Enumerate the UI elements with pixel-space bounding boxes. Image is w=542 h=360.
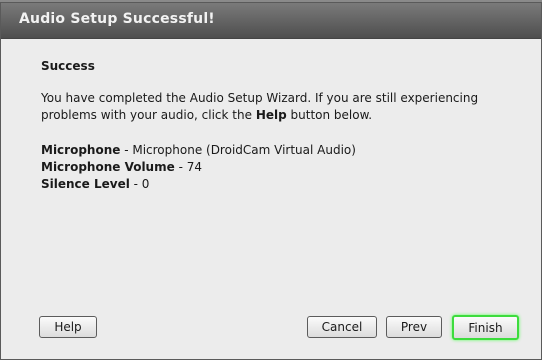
microphone-value: - Microphone (DroidCam Virtual Audio)	[120, 143, 356, 157]
microphone-row: Microphone - Microphone (DroidCam Virtua…	[41, 142, 521, 159]
audio-settings-summary: Microphone - Microphone (DroidCam Virtua…	[41, 142, 521, 193]
finish-button[interactable]: Finish	[452, 315, 519, 340]
help-reference: Help	[255, 108, 287, 122]
prev-button[interactable]: Prev	[386, 316, 442, 338]
audio-setup-dialog: Audio Setup Successful! Success You have…	[0, 2, 542, 360]
dialog-title: Audio Setup Successful!	[19, 11, 215, 27]
silence-value: - 0	[129, 177, 150, 191]
volume-label: Microphone Volume	[41, 160, 175, 174]
help-button[interactable]: Help	[39, 316, 97, 338]
success-heading: Success	[41, 59, 95, 73]
silence-label: Silence Level	[41, 177, 130, 191]
microphone-label: Microphone	[41, 143, 121, 157]
dialog-content: Success You have completed the Audio Set…	[41, 59, 521, 193]
volume-row: Microphone Volume - 74	[41, 159, 521, 176]
volume-value: - 74	[174, 160, 202, 174]
cancel-button[interactable]: Cancel	[307, 316, 377, 338]
title-bar: Audio Setup Successful!	[1, 3, 541, 39]
silence-row: Silence Level - 0	[41, 176, 521, 193]
description-text: You have completed the Audio Setup Wizar…	[41, 91, 479, 122]
